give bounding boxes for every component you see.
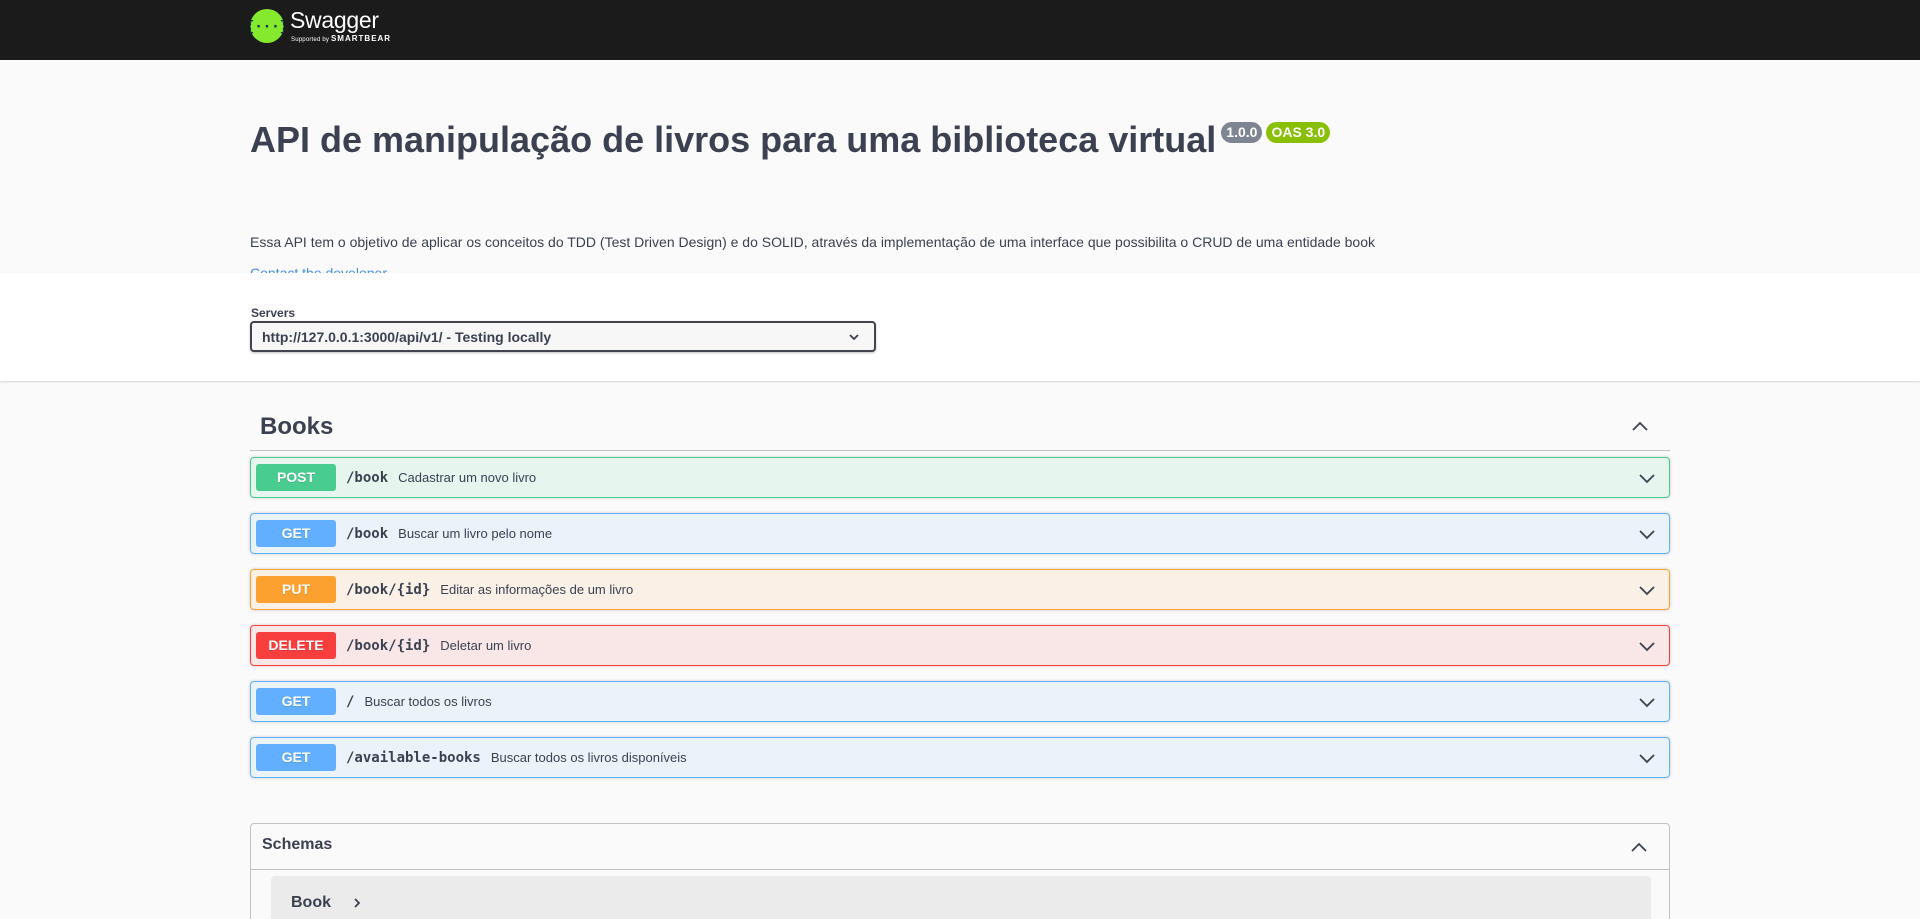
schemas-title: Schemas <box>262 836 333 853</box>
logo-sub-brand: SMARTBEAR <box>330 34 392 43</box>
api-description: Essa API tem o objetivo de aplicar os co… <box>250 234 1375 250</box>
operation-path: /book <box>346 525 389 542</box>
swagger-braces-icon: {···} <box>250 9 284 43</box>
svg-text:{···}: {···} <box>250 19 284 35</box>
chevron-down-icon[interactable] <box>1637 748 1657 768</box>
method-badge: DELETE <box>256 632 336 659</box>
method-badge: GET <box>256 688 336 715</box>
operation-path: / <box>346 693 355 710</box>
servers-section: Servers http://127.0.0.1:3000/api/v1/ - … <box>0 273 1920 381</box>
method-badge: PUT <box>256 576 336 603</box>
operation-delete-row[interactable]: DELETE/book/{id} Deletar um livro <box>250 625 1670 666</box>
operation-post-row[interactable]: POST/book Cadastrar um novo livro <box>250 457 1670 498</box>
operation-path: /book <box>346 469 389 486</box>
operation-path: /book/{id} <box>346 637 431 654</box>
schemas-section: Schemas Book <box>250 823 1670 919</box>
logo-name: Swagger <box>290 7 379 33</box>
logo-text: Swagger Supported by SMARTBEAR <box>290 7 391 44</box>
chevron-down-icon[interactable] <box>1637 580 1657 600</box>
chevron-up-icon[interactable] <box>1629 837 1649 857</box>
servers-selected-value: http://127.0.0.1:3000/api/v1/ - Testing … <box>262 329 552 345</box>
servers-label: Servers <box>251 306 296 320</box>
topbar: {···} Swagger Supported by SMARTBEAR <box>0 0 1920 60</box>
chevron-down-icon <box>849 334 859 341</box>
operation-get-row[interactable]: GET/book Buscar um livro pelo nome <box>250 513 1670 554</box>
oas-badge: OAS 3.0 <box>1266 122 1331 143</box>
chevron-down-icon[interactable] <box>1637 636 1657 656</box>
books-tag-header[interactable]: Books <box>250 405 1670 451</box>
model-book[interactable]: Book <box>271 876 1651 919</box>
logo-subtitle: Supported by SMARTBEAR <box>291 34 391 43</box>
chevron-up-icon[interactable] <box>1630 416 1650 436</box>
operation-summary: Cadastrar um novo livro <box>398 470 537 485</box>
servers-select[interactable]: http://127.0.0.1:3000/api/v1/ - Testing … <box>250 321 876 352</box>
method-badge: GET <box>256 520 336 547</box>
method-badge: GET <box>256 744 336 771</box>
title-row: API de manipulação de livros para uma bi… <box>250 110 1331 170</box>
chevron-down-icon[interactable] <box>1637 692 1657 712</box>
operation-summary: Buscar todos os livros <box>364 694 492 709</box>
operation-summary: Buscar um livro pelo nome <box>398 526 553 541</box>
operation-path: /available-books <box>346 749 481 766</box>
logo-sub-prefix: Supported by <box>291 37 330 43</box>
operation-summary: Buscar todos os livros disponíveis <box>490 750 687 765</box>
chevron-down-icon[interactable] <box>1637 524 1657 544</box>
chevron-down-icon[interactable] <box>1637 468 1657 488</box>
tag-title: Books <box>260 413 334 440</box>
version-badge: 1.0.0 <box>1221 122 1263 143</box>
operation-get-row[interactable]: GET/available-books Buscar todos os livro… <box>250 737 1670 778</box>
operation-summary: Deletar um livro <box>440 638 532 653</box>
operation-summary: Editar as informações de um livro <box>440 582 634 597</box>
model-name: Book <box>291 894 331 911</box>
method-badge: POST <box>256 464 336 491</box>
operation-get-row[interactable]: GET / Buscar todos os livros <box>250 681 1670 722</box>
operation-put-row[interactable]: PUT/book/{id} Editar as informações de um… <box>250 569 1670 610</box>
api-title: API de manipulação de livros para uma bi… <box>250 119 1217 160</box>
schemas-header[interactable]: Schemas <box>251 824 1669 870</box>
info-section: API de manipulação de livros para uma bi… <box>0 60 1920 281</box>
operation-path: /book/{id} <box>346 581 431 598</box>
chevron-right-icon[interactable] <box>350 896 364 910</box>
swagger-logo[interactable]: {···} Swagger Supported by SMARTBEAR <box>250 9 391 43</box>
